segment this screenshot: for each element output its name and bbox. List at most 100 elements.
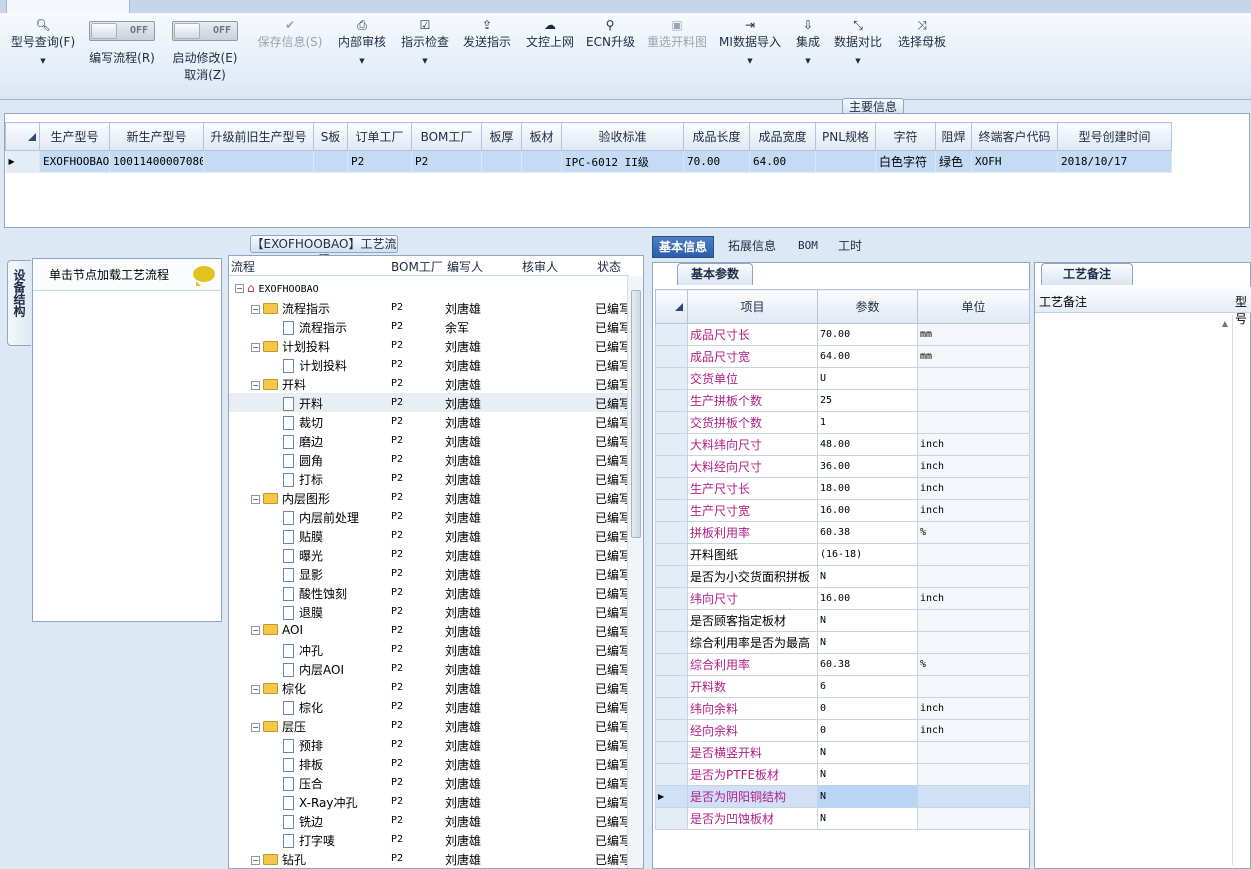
param-value[interactable]: 70.00: [817, 323, 918, 346]
params-row[interactable]: 纬向尺寸 16.00 inch: [655, 587, 1030, 610]
params-row[interactable]: 是否为PTFE板材 N: [655, 763, 1030, 786]
col-header-item[interactable]: 项目: [687, 289, 818, 324]
tree-leaf-node[interactable]: 开料 P2 刘唐雄 已编写: [229, 393, 631, 412]
tree-leaf-node[interactable]: 棕化 P2 刘唐雄 已编写: [229, 697, 631, 716]
col-header[interactable]: 新生产型号: [109, 122, 204, 151]
col-header-writer[interactable]: 编写人: [447, 258, 483, 275]
col-header-bom[interactable]: BOM工厂: [391, 258, 443, 275]
collapse-icon[interactable]: −: [251, 343, 260, 352]
tab-work-hours[interactable]: 工时: [832, 236, 868, 258]
row-indicator[interactable]: [655, 653, 688, 676]
col-header[interactable]: PNL规格: [815, 122, 876, 151]
mi-import-button[interactable]: ⇥ MI数据导入 ▼: [718, 13, 782, 93]
tree-leaf-node[interactable]: 圆角 P2 刘唐雄 已编写: [229, 450, 631, 469]
tab-basic-info[interactable]: 基本信息: [652, 236, 715, 258]
tree-leaf-node[interactable]: 显影 P2 刘唐雄 已编写: [229, 564, 631, 583]
param-value[interactable]: 6: [817, 675, 918, 698]
row-indicator[interactable]: [655, 807, 688, 830]
tree-group-node[interactable]: − AOI P2 刘唐雄 已编写: [229, 621, 631, 640]
params-row[interactable]: 经向余料 0 inch: [655, 719, 1030, 742]
cancel-label[interactable]: 取消(Z): [170, 66, 240, 83]
row-indicator[interactable]: [655, 631, 688, 654]
tree-leaf-node[interactable]: 裁切 P2 刘唐雄 已编写: [229, 412, 631, 431]
col-header[interactable]: 板厚: [481, 122, 522, 151]
param-value[interactable]: 0: [817, 719, 918, 742]
params-row[interactable]: 拼板利用率 60.38%: [655, 521, 1030, 544]
enable-edit-toggle[interactable]: OFF: [172, 21, 238, 41]
params-row[interactable]: 大料经向尺寸 36.00 inch: [655, 455, 1030, 478]
tree-group-node[interactable]: − 计划投料 P2 刘唐雄 已编写: [229, 336, 631, 355]
row-indicator[interactable]: [655, 675, 688, 698]
row-indicator[interactable]: [655, 411, 688, 434]
row-indicator[interactable]: [655, 521, 688, 544]
row-indicator[interactable]: [655, 719, 688, 742]
row-indicator[interactable]: ▶: [655, 785, 688, 808]
row-indicator[interactable]: [655, 565, 688, 588]
check-instruction-button[interactable]: ☑ 指示检查 ▼: [399, 13, 451, 93]
param-value[interactable]: N: [817, 565, 918, 588]
params-row[interactable]: 生产尺寸宽 16.00 inch: [655, 499, 1030, 522]
params-row[interactable]: 开料图纸 (16-18): [655, 543, 1030, 566]
collapse-icon[interactable]: −: [251, 305, 260, 314]
param-value[interactable]: N: [817, 741, 918, 764]
param-value[interactable]: 36.00: [817, 455, 918, 478]
param-value[interactable]: N: [817, 763, 918, 786]
left-side-tab[interactable]: 设备结构: [7, 260, 31, 346]
col-header[interactable]: 阻焊: [935, 122, 972, 151]
table-row[interactable]: ▶ EXOFHOOBAO 10011400007080 P2 P2 IPC-60…: [5, 150, 1172, 173]
params-row[interactable]: 成品尺寸宽 64.00 mm: [655, 345, 1030, 368]
col-header[interactable]: 验收标准: [561, 122, 684, 151]
tree-leaf-node[interactable]: 退膜 P2 刘唐雄 已编写: [229, 602, 631, 621]
row-indicator[interactable]: [655, 609, 688, 632]
row-indicator[interactable]: [655, 587, 688, 610]
tree-group-node[interactable]: − 层压 P2 刘唐雄 已编写: [229, 716, 631, 735]
params-row[interactable]: 是否为小交货面积拼板 N: [655, 565, 1030, 588]
tree-leaf-node[interactable]: 酸性蚀刻 P2 刘唐雄 已编写: [229, 583, 631, 602]
params-row[interactable]: 生产拼板个数 25: [655, 389, 1030, 412]
tree-leaf-node[interactable]: X-Ray冲孔 P2 刘唐雄 已编写: [229, 792, 631, 811]
write-flow-toggle[interactable]: OFF: [89, 21, 155, 41]
col-header[interactable]: BOM工厂: [411, 122, 482, 151]
row-indicator[interactable]: [655, 763, 688, 786]
params-row[interactable]: 综合利用率 60.38%: [655, 653, 1030, 676]
param-value[interactable]: 18.00: [817, 477, 918, 500]
row-indicator[interactable]: [655, 499, 688, 522]
col-header[interactable]: 订单工厂: [347, 122, 412, 151]
integrate-button[interactable]: ⇩ 集成 ▼: [791, 13, 825, 93]
memo-textarea[interactable]: ▲: [1039, 315, 1233, 865]
param-value[interactable]: 60.38: [817, 653, 918, 676]
params-row[interactable]: 是否顾客指定板材 N: [655, 609, 1030, 632]
tree-leaf-node[interactable]: 压合 P2 刘唐雄 已编写: [229, 773, 631, 792]
col-header[interactable]: 成品宽度: [749, 122, 816, 151]
param-value[interactable]: N: [817, 609, 918, 632]
tree-vertical-scrollbar[interactable]: [627, 276, 643, 868]
col-header-status[interactable]: 状态: [597, 258, 621, 275]
tree-leaf-node[interactable]: 曝光 P2 刘唐雄 已编写: [229, 545, 631, 564]
tree-leaf-node[interactable]: 预排 P2 刘唐雄 已编写: [229, 735, 631, 754]
params-row[interactable]: 成品尺寸长 70.00 mm: [655, 323, 1030, 346]
internal-review-button[interactable]: ⎙ 内部审核 ▼: [336, 13, 388, 93]
tree-leaf-node[interactable]: 内层AOI P2 刘唐雄 已编写: [229, 659, 631, 678]
col-header[interactable]: 成品长度: [683, 122, 750, 151]
tree-leaf-node[interactable]: 打字唛 P2 刘唐雄 已编写: [229, 830, 631, 849]
row-indicator[interactable]: [655, 367, 688, 390]
param-value[interactable]: 1: [817, 411, 918, 434]
tree-leaf-node[interactable]: 排板 P2 刘唐雄 已编写: [229, 754, 631, 773]
tree-leaf-node[interactable]: 贴膜 P2 刘唐雄 已编写: [229, 526, 631, 545]
speech-bubble-icon[interactable]: [193, 266, 215, 286]
row-selector-header[interactable]: [5, 122, 40, 151]
params-row[interactable]: 大料纬向尺寸 48.00 inch: [655, 433, 1030, 456]
row-indicator[interactable]: [655, 543, 688, 566]
col-header-reviewer[interactable]: 核审人: [522, 258, 558, 275]
row-indicator[interactable]: [655, 455, 688, 478]
collapse-icon[interactable]: −: [251, 381, 260, 390]
col-header[interactable]: S板: [313, 122, 348, 151]
param-value[interactable]: 64.00: [817, 345, 918, 368]
param-value[interactable]: 16.00: [817, 587, 918, 610]
col-header[interactable]: 型号创建时间: [1057, 122, 1172, 151]
tree-group-node[interactable]: − 棕化 P2 刘唐雄 已编写: [229, 678, 631, 697]
doc-upload-button[interactable]: ☁ 文控上网: [524, 13, 576, 93]
tab-bom[interactable]: BOM: [792, 236, 824, 258]
params-row[interactable]: 综合利用率是否为最高 N: [655, 631, 1030, 654]
tree-leaf-node[interactable]: 冲孔 P2 刘唐雄 已编写: [229, 640, 631, 659]
